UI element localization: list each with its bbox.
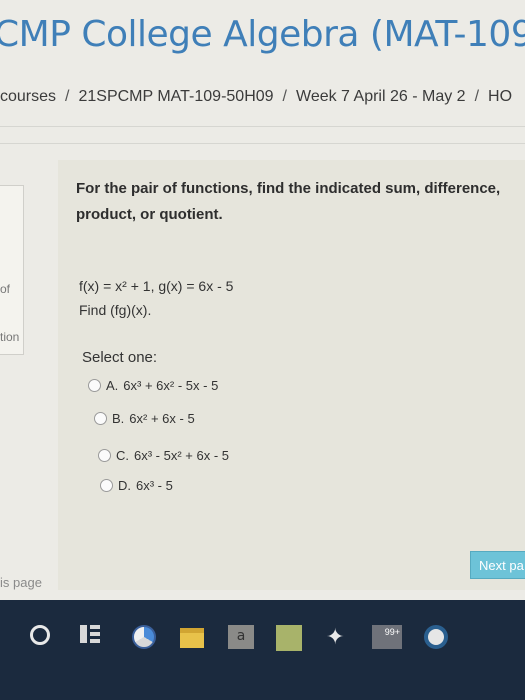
sidebar-fragment: of [0,282,11,296]
file-explorer-icon[interactable] [180,628,204,648]
breadcrumb: courses / 21SPCMP MAT-109-50H09 / Week 7… [0,88,525,106]
option-d[interactable]: D. 6x³ - 5 [100,478,173,493]
option-text: 6x³ - 5x² + 6x - 5 [134,448,229,463]
breadcrumb-week[interactable]: Week 7 April 26 - May 2 [296,88,466,106]
option-text: 6x³ - 5 [136,478,173,493]
radio-button[interactable] [100,479,113,492]
sidebar-fragment: tion [0,330,20,344]
dropbox-icon[interactable]: ✦ [326,625,344,649]
taskbar [0,600,525,700]
option-letter: B. [112,411,125,426]
breadcrumb-separator: / [474,88,480,105]
breadcrumb-courses[interactable]: courses [0,88,56,106]
breadcrumb-separator: / [282,88,287,105]
browser-icon[interactable] [132,625,156,649]
option-c[interactable]: C. 6x³ - 5x² + 6x - 5 [98,448,229,463]
task-text: Find (fg)(x). [79,302,152,318]
radio-button[interactable] [94,412,107,425]
course-title: CMP College Algebra (MAT-109 [0,14,525,55]
mail-icon[interactable]: 99+ [372,625,402,649]
breadcrumb-separator: / [65,88,70,105]
option-b[interactable]: B. 6x² + 6x - 5 [94,411,195,426]
next-page-button[interactable]: Next pa [470,551,525,579]
radio-button[interactable] [98,449,111,462]
question-body: f(x) = x² + 1, g(x) = 6x - 5 Find (fg)(x… [79,274,233,322]
functions-text: f(x) = x² + 1, g(x) = 6x - 5 [79,278,234,294]
app-icon[interactable] [424,625,448,649]
select-label: Select one: [82,349,158,366]
task-view-icon[interactable] [80,625,100,643]
divider [0,143,525,144]
radio-button[interactable] [88,379,101,392]
option-letter: C. [116,448,129,463]
breadcrumb-course[interactable]: 21SPCMP MAT-109-50H09 [78,88,273,106]
option-a[interactable]: A. 6x³ + 6x² - 5x - 5 [88,378,218,393]
amazon-icon[interactable]: a [228,625,254,649]
divider [0,126,525,127]
question-instruction: For the pair of functions, find the indi… [76,180,501,223]
page-link[interactable]: is page [0,575,42,590]
cortana-icon[interactable] [30,625,50,645]
option-text: 6x² + 6x - 5 [129,411,195,426]
option-letter: A. [106,378,119,393]
breadcrumb-homework[interactable]: HO [488,88,512,106]
option-letter: D. [118,478,131,493]
calculator-icon[interactable] [276,625,302,651]
option-text: 6x³ + 6x² - 5x - 5 [123,378,219,393]
